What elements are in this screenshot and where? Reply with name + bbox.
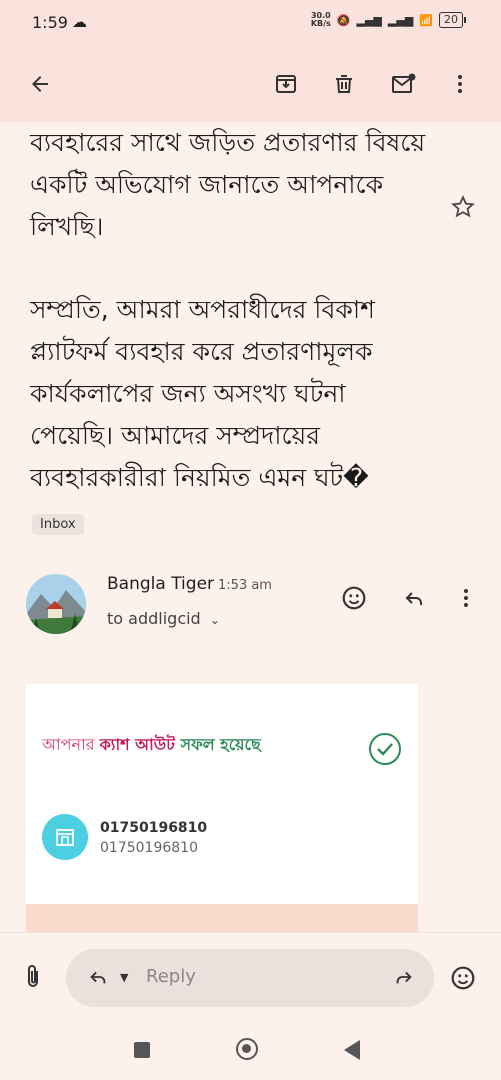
inbox-label-chip[interactable]: Inbox (32, 514, 84, 535)
forward-icon[interactable] (392, 966, 416, 992)
account-number-secondary: 01750196810 (100, 840, 198, 856)
reply-placeholder[interactable]: Reply (146, 966, 196, 987)
delete-icon[interactable] (326, 66, 362, 102)
check-circle-icon (368, 732, 402, 770)
email-body: ব্যবহারের সাথে জড়িত প্রতারণার বিষয়ে এক… (30, 122, 430, 540)
email-paragraph-1: ব্যবহারের সাথে জড়িত প্রতারণার বিষয়ে এক… (30, 128, 426, 241)
cloud-icon: ☁ (72, 13, 87, 31)
emoji-icon[interactable] (450, 965, 476, 995)
email-paragraph-2: সম্প্রতি, আমরা অপরাধীদের বিকাশ প্ল্যাটফর… (30, 295, 375, 492)
store-icon (42, 814, 88, 860)
back-arrow-icon[interactable] (22, 66, 58, 102)
recents-button[interactable] (134, 1042, 150, 1058)
email-content[interactable]: ব্যবহারের সাথে জড়িত প্রতারণার বিষয়ে এক… (0, 122, 501, 932)
sender-name[interactable]: Bangla Tiger 1:53 am (107, 574, 272, 594)
back-button[interactable] (344, 1040, 360, 1060)
silent-icon: 🔕 (336, 13, 351, 27)
recipient-toggle[interactable]: to addligcid ⌄ (107, 609, 220, 628)
reply-type-dropdown-icon[interactable]: ▼ (120, 971, 128, 984)
message-time: 1:53 am (218, 578, 272, 593)
archive-icon[interactable] (268, 66, 304, 102)
more-vert-icon[interactable] (442, 66, 478, 102)
status-indicators: 30.0 KB/s 🔕 ▂▄▆ ▂▄▆ 📶 20 (310, 11, 466, 28)
reply-field[interactable]: ▼ Reply (66, 949, 434, 1007)
message-more-icon[interactable] (450, 582, 482, 614)
home-button[interactable] (236, 1038, 258, 1060)
mark-unread-icon[interactable] (386, 66, 422, 102)
chevron-down-icon: ⌄ (209, 613, 220, 627)
net-speed: 30.0 KB/s (310, 11, 331, 28)
app-bar (0, 48, 501, 122)
email-card: আপনার ক্যাশ আউট সফল হয়েছে 01750196810 0… (26, 684, 418, 932)
status-bar: 1:59 ☁ 30.0 KB/s 🔕 ▂▄▆ ▂▄▆ 📶 20 (0, 0, 501, 48)
account-number: 01750196810 (100, 820, 208, 836)
signal-icon: ▂▄▆ (356, 13, 382, 27)
avatar[interactable] (26, 574, 86, 634)
reply-arrow-icon[interactable] (86, 966, 110, 992)
reply-bar: ▼ Reply (0, 932, 501, 1023)
system-nav-bar (0, 1022, 501, 1080)
card-footer-strip (26, 904, 418, 932)
wifi-icon: 📶 (419, 13, 433, 27)
emoji-react-icon[interactable] (338, 582, 370, 614)
star-icon[interactable] (450, 194, 476, 224)
attach-icon[interactable] (22, 963, 44, 995)
status-time: 1:59 (32, 13, 68, 32)
cashout-message: আপনার ক্যাশ আউট সফল হয়েছে (42, 735, 261, 754)
reply-icon[interactable] (398, 582, 430, 614)
signal-icon-2: ▂▄▆ (387, 13, 414, 27)
battery-icon: 20 (439, 12, 466, 28)
